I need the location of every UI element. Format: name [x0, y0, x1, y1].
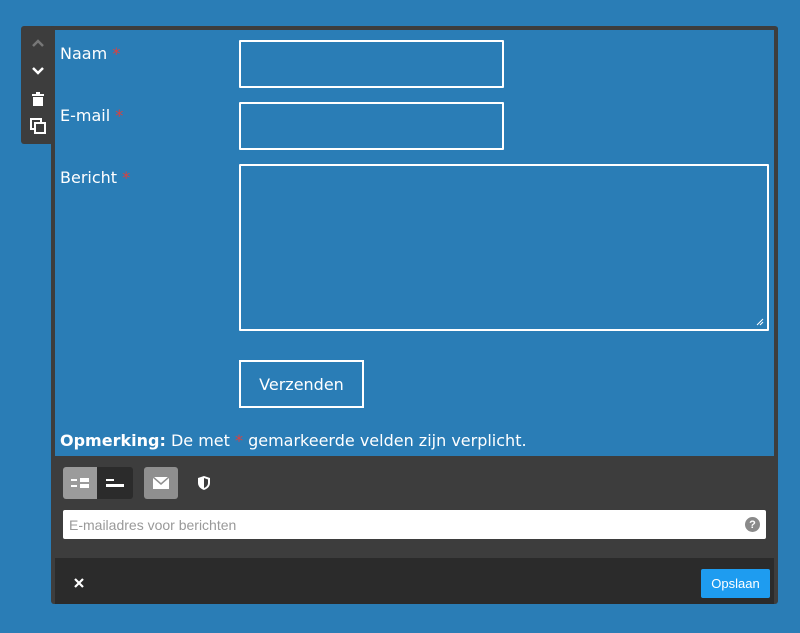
resize-grip-icon[interactable] — [756, 318, 764, 326]
name-field[interactable] — [239, 40, 504, 88]
required-note: Opmerking: De met * gemarkeerde velden z… — [60, 431, 527, 450]
spam-protection-button[interactable] — [187, 467, 221, 499]
required-marker: * — [112, 44, 121, 63]
note-text-pre: De met — [170, 431, 230, 450]
notification-email-input[interactable] — [63, 510, 766, 539]
close-button[interactable] — [67, 571, 91, 595]
message-textarea[interactable] — [239, 164, 769, 331]
help-icon[interactable]: ? — [745, 517, 760, 532]
duplicate-icon — [30, 118, 46, 134]
move-up-button[interactable] — [21, 29, 55, 57]
layout-stacked-icon — [106, 479, 124, 487]
submit-button[interactable]: Verzenden — [239, 360, 364, 408]
trash-icon — [32, 92, 44, 106]
form-block-panel: Naam * E-mail * Bericht * Verzenden Opme… — [51, 26, 778, 604]
mail-icon — [153, 477, 169, 489]
shield-icon — [198, 476, 210, 490]
close-icon — [74, 578, 84, 588]
required-marker: * — [115, 106, 124, 125]
email-field[interactable] — [239, 102, 504, 150]
email-label: E-mail * — [60, 106, 123, 125]
name-label: Naam * — [60, 44, 120, 63]
move-down-button[interactable] — [21, 57, 55, 85]
required-marker: * — [122, 168, 131, 187]
duplicate-button[interactable] — [21, 112, 55, 140]
contact-form: Naam * E-mail * Bericht * Verzenden Opme… — [55, 30, 774, 456]
email-settings-button[interactable] — [144, 467, 178, 499]
name-label-text: Naam — [60, 44, 108, 63]
note-text-post: gemarkeerde velden zijn verplicht. — [248, 431, 527, 450]
required-marker: * — [234, 431, 243, 450]
form-settings: ? — [55, 456, 774, 558]
block-toolbar — [21, 26, 55, 144]
note-bold: Opmerking: — [60, 431, 166, 450]
chevron-up-icon — [32, 39, 44, 47]
email-label-text: E-mail — [60, 106, 111, 125]
save-button[interactable]: Opslaan — [701, 569, 770, 598]
message-label: Bericht * — [60, 168, 130, 187]
delete-button[interactable] — [21, 85, 55, 113]
layout-labels-top-button[interactable] — [97, 467, 133, 499]
message-label-text: Bericht — [60, 168, 118, 187]
panel-footer: Opslaan — [55, 558, 774, 604]
chevron-down-icon — [32, 67, 44, 75]
layout-side-icon — [71, 478, 89, 488]
layout-labels-left-button[interactable] — [63, 467, 97, 499]
